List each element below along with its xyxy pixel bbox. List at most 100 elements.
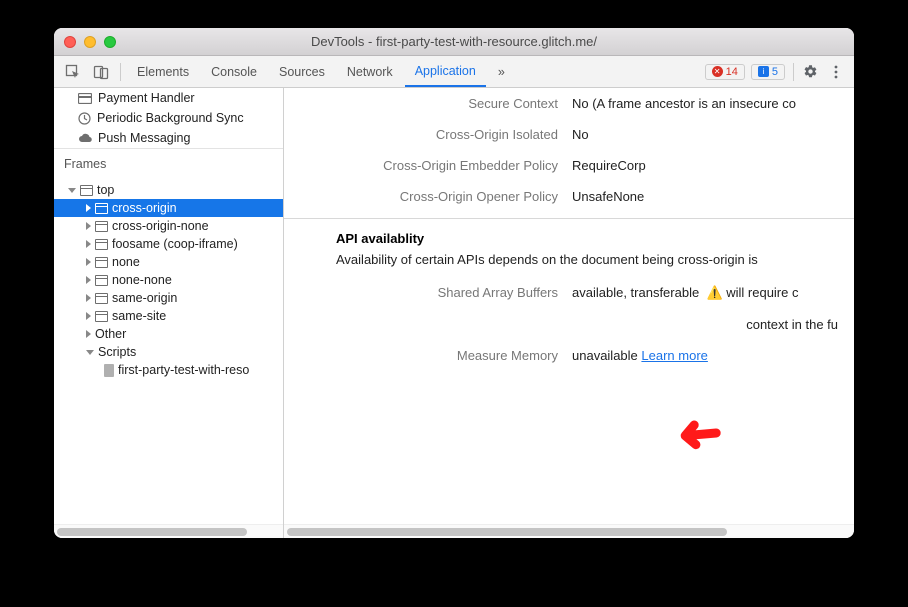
tree-item-script-file[interactable]: first-party-test-with-reso bbox=[54, 361, 283, 379]
prop-shared-array-buffers: Shared Array Buffers available, transfer… bbox=[284, 277, 854, 309]
info-badge[interactable]: i 5 bbox=[751, 64, 785, 80]
tab-elements[interactable]: Elements bbox=[127, 56, 199, 87]
chevron-right-icon bbox=[86, 204, 91, 212]
chevron-right-icon bbox=[86, 240, 91, 248]
sidebar-item-periodic-bg-sync[interactable]: Periodic Background Sync bbox=[54, 108, 283, 128]
error-badge[interactable]: ✕ 14 bbox=[705, 64, 745, 80]
tree-item-cross-origin[interactable]: cross-origin bbox=[54, 199, 283, 217]
scrollbar-thumb[interactable] bbox=[287, 528, 727, 536]
sidebar-item-label: Periodic Background Sync bbox=[97, 111, 244, 125]
tree-item-none[interactable]: none bbox=[54, 253, 283, 271]
chevron-right-icon bbox=[86, 330, 91, 338]
prop-measure-memory: Measure Memory unavailable Learn more bbox=[284, 340, 854, 371]
frame-icon bbox=[95, 275, 108, 286]
file-icon bbox=[104, 364, 114, 377]
frame-icon bbox=[95, 221, 108, 232]
tree-item-label: Other bbox=[95, 327, 126, 341]
frame-icon bbox=[95, 311, 108, 322]
frame-icon bbox=[95, 257, 108, 268]
sab-status: available, transferable bbox=[572, 285, 699, 300]
inspect-icon[interactable] bbox=[60, 61, 86, 83]
prop-value: unavailable Learn more bbox=[572, 348, 838, 363]
prop-value: RequireCorp bbox=[572, 158, 838, 173]
clock-icon bbox=[78, 112, 91, 125]
chevron-right-icon bbox=[86, 222, 91, 230]
prop-value: context in the fu bbox=[572, 317, 838, 332]
tree-item-other[interactable]: Other bbox=[54, 325, 283, 343]
tree-item-label: Scripts bbox=[98, 345, 136, 359]
tab-more[interactable]: » bbox=[488, 56, 515, 87]
prop-label: Cross-Origin Embedder Policy bbox=[300, 158, 558, 173]
prop-secure-context: Secure Context No (A frame ancestor is a… bbox=[284, 88, 854, 119]
tree-item-label: same-site bbox=[112, 309, 166, 323]
tree-item-label: cross-origin-none bbox=[112, 219, 209, 233]
window-title: DevTools - first-party-test-with-resourc… bbox=[54, 34, 854, 49]
frame-icon bbox=[95, 293, 108, 304]
scrollbar-thumb[interactable] bbox=[57, 528, 247, 536]
info-icon: i bbox=[758, 66, 769, 77]
tree-item-label: none bbox=[112, 255, 140, 269]
chevron-down-icon bbox=[86, 350, 94, 355]
main-panel: Secure Context No (A frame ancestor is a… bbox=[284, 88, 854, 538]
error-icon: ✕ bbox=[712, 66, 723, 77]
prop-shared-array-buffers-line2: context in the fu bbox=[284, 309, 854, 340]
prop-label: Measure Memory bbox=[300, 348, 558, 363]
sidebar-item-push-messaging[interactable]: Push Messaging bbox=[54, 128, 283, 148]
kebab-icon bbox=[834, 65, 838, 79]
chevron-right-icon bbox=[86, 276, 91, 284]
frame-icon bbox=[95, 203, 108, 214]
api-availability-desc: Availability of certain APIs depends on … bbox=[284, 250, 854, 277]
chevron-right-icon bbox=[86, 312, 91, 320]
kebab-menu-button[interactable] bbox=[824, 65, 848, 79]
prop-cross-origin-isolated: Cross-Origin Isolated No bbox=[284, 119, 854, 150]
sidebar-scrollbar[interactable] bbox=[54, 524, 283, 538]
tree-item-none-none[interactable]: none-none bbox=[54, 271, 283, 289]
sidebar-item-label: Payment Handler bbox=[98, 91, 195, 105]
measure-memory-status: unavailable bbox=[572, 348, 638, 363]
sab-warning: ⚠️ will require c bbox=[706, 285, 798, 300]
prop-label: Cross-Origin Isolated bbox=[300, 127, 558, 142]
prop-coep: Cross-Origin Embedder Policy RequireCorp bbox=[284, 150, 854, 181]
prop-coop: Cross-Origin Opener Policy UnsafeNone bbox=[284, 181, 854, 212]
tab-application[interactable]: Application bbox=[405, 56, 486, 87]
settings-button[interactable] bbox=[798, 64, 822, 79]
tree-item-same-origin[interactable]: same-origin bbox=[54, 289, 283, 307]
minimize-window-button[interactable] bbox=[84, 36, 96, 48]
learn-more-link[interactable]: Learn more bbox=[641, 348, 707, 363]
chevron-down-icon bbox=[68, 188, 76, 193]
titlebar: DevTools - first-party-test-with-resourc… bbox=[54, 28, 854, 56]
tree-item-top[interactable]: top bbox=[54, 181, 283, 199]
tab-console[interactable]: Console bbox=[201, 56, 267, 87]
tree-item-cross-origin-none[interactable]: cross-origin-none bbox=[54, 217, 283, 235]
frames-section-header: Frames bbox=[54, 148, 283, 177]
credit-card-icon bbox=[78, 93, 92, 104]
tree-item-label: same-origin bbox=[112, 291, 177, 305]
close-window-button[interactable] bbox=[64, 36, 76, 48]
tree-item-label: top bbox=[97, 183, 114, 197]
tab-network[interactable]: Network bbox=[337, 56, 403, 87]
prop-value: No (A frame ancestor is an insecure co bbox=[572, 96, 838, 111]
tab-sources[interactable]: Sources bbox=[269, 56, 335, 87]
tree-item-label: foosame (coop-iframe) bbox=[112, 237, 238, 251]
devtools-window: DevTools - first-party-test-with-resourc… bbox=[54, 28, 854, 538]
device-mode-icon[interactable] bbox=[88, 61, 114, 83]
devtools-tabbar: Elements Console Sources Network Applica… bbox=[54, 56, 854, 88]
tree-item-foosame[interactable]: foosame (coop-iframe) bbox=[54, 235, 283, 253]
frame-icon bbox=[80, 185, 93, 196]
sidebar-item-label: Push Messaging bbox=[98, 131, 190, 145]
prop-value: UnsafeNone bbox=[572, 189, 838, 204]
chevron-right-icon bbox=[86, 258, 91, 266]
gear-icon bbox=[803, 64, 818, 79]
tree-item-scripts[interactable]: Scripts bbox=[54, 343, 283, 361]
prop-value: No bbox=[572, 127, 838, 142]
tree-item-label: cross-origin bbox=[112, 201, 177, 215]
cloud-icon bbox=[78, 133, 92, 143]
sidebar: Payment Handler Periodic Background Sync… bbox=[54, 88, 284, 538]
chevron-right-icon bbox=[86, 294, 91, 302]
main-scrollbar[interactable] bbox=[284, 524, 854, 538]
zoom-window-button[interactable] bbox=[104, 36, 116, 48]
sidebar-item-payment-handler[interactable]: Payment Handler bbox=[54, 88, 283, 108]
tree-item-same-site[interactable]: same-site bbox=[54, 307, 283, 325]
tree-item-label: first-party-test-with-reso bbox=[118, 363, 249, 377]
error-count: 14 bbox=[726, 66, 738, 78]
